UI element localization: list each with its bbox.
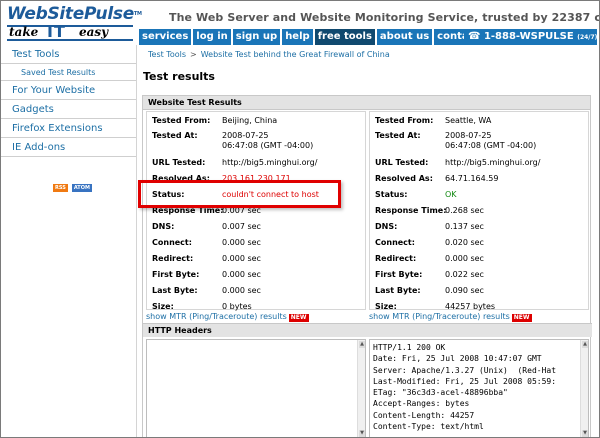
mtr-link-seattle[interactable]: show MTR (Ping/Traceroute) results NEW — [369, 312, 532, 322]
http-headers-pane-seattle[interactable]: HTTP/1.1 200 OK Date: Fri, 25 Jul 2008 1… — [369, 339, 589, 437]
row-dns: DNS: 0.007 sec — [152, 222, 261, 231]
scroll-up-arrow-icon[interactable]: ▲ — [582, 341, 588, 348]
site-tagline: The Web Server and Website Monitoring Se… — [169, 11, 599, 24]
nav-log-in[interactable]: log in — [193, 29, 231, 45]
http-headers-pane-beijing[interactable]: ▲ ▼ — [146, 339, 366, 437]
scrollbar[interactable]: ▲ ▼ — [580, 340, 588, 437]
status-highlight-box — [138, 180, 341, 208]
breadcrumb-separator: > — [190, 50, 197, 59]
row-last-byte: Last Byte: 0.000 sec — [152, 286, 261, 295]
scroll-down-arrow-icon[interactable]: ▼ — [359, 430, 365, 437]
phone-label: ☎ 1-888-WSPULSE — [468, 31, 574, 42]
row-response-time: Response Time:0.268 sec — [375, 206, 484, 215]
site-logo[interactable]: WebSitePulseTM take IT easy — [7, 4, 142, 42]
phone-note: (24/7) — [577, 34, 598, 41]
row-first-byte: First Byte: 0.022 sec — [375, 270, 484, 279]
new-badge: NEW — [288, 314, 309, 322]
sidebar-item-ie-add-ons[interactable]: IE Add-ons — [1, 138, 136, 157]
row-redirect: Redirect: 0.000 sec — [375, 254, 484, 263]
row-connect: Connect: 0.000 sec — [152, 238, 261, 247]
nav-about-us[interactable]: about us — [376, 29, 433, 45]
row-tested-at: Tested At: 2008-07-25 06:47:08 (GMT -04:00… — [152, 131, 314, 150]
status-ok-text: OK — [445, 190, 457, 199]
http-headers-heading: HTTP Headers — [143, 323, 592, 337]
breadcrumb-current[interactable]: Website Test behind the Great Firewall o… — [201, 50, 390, 59]
phone-number: ☎ 1-888-WSPULSE (24/7) — [464, 29, 597, 45]
row-size: Size: 44257 bytes — [375, 302, 496, 311]
results-column-seattle: Tested From: Seattle, WA Tested At: 2008-0… — [369, 111, 589, 311]
site-header: WebSitePulseTM take IT easy The Web Serv… — [1, 1, 599, 45]
atom-feed-icon[interactable]: ATOM — [71, 184, 92, 192]
logo-take: take — [9, 25, 39, 39]
row-tested-from: Tested From: Beijing, China — [152, 116, 278, 125]
feed-badges: RSS ATOM — [53, 184, 92, 192]
main-nav: services log in sign up help free tools … — [139, 29, 484, 45]
results-heading: Website Test Results — [143, 96, 590, 110]
nav-services[interactable]: services — [139, 29, 192, 45]
logo-slogan: take IT easy — [7, 22, 133, 41]
mtr-link-beijing[interactable]: show MTR (Ping/Traceroute) results NEW — [146, 312, 309, 322]
breadcrumb: Test Tools > Website Test behind the Great… — [148, 50, 390, 59]
sidebar-item-test-tools[interactable]: Test Tools — [1, 45, 136, 64]
logo-wordmark: WebSitePulseTM — [7, 4, 142, 24]
row-url-tested: URL Tested: http://big5.minghui.org/ — [375, 158, 541, 167]
logo-it: IT — [47, 22, 66, 41]
sidebar: Test Tools Saved Test Results For Your W… — [1, 45, 137, 437]
scroll-down-arrow-icon[interactable]: ▼ — [582, 430, 588, 437]
breadcrumb-test-tools[interactable]: Test Tools — [148, 50, 186, 59]
new-badge: NEW — [511, 314, 532, 322]
row-url-tested: URL Tested: http://big5.minghui.org/ — [152, 158, 318, 167]
sidebar-item-firefox-extensions[interactable]: Firefox Extensions — [1, 119, 136, 138]
sidebar-item-for-your-website[interactable]: For Your Website — [1, 81, 136, 100]
page-title: Test results — [143, 70, 215, 83]
scrollbar[interactable]: ▲ ▼ — [357, 340, 365, 437]
row-size: Size: 0 bytes — [152, 302, 252, 311]
row-last-byte: Last Byte: 0.090 sec — [375, 286, 484, 295]
main-content: Test Tools > Website Test behind the Great… — [138, 45, 599, 437]
nav-free-tools[interactable]: free tools — [314, 29, 375, 45]
logo-easy: easy — [79, 25, 109, 39]
results-column-beijing: Tested From: Beijing, China Tested At: 200… — [146, 111, 366, 311]
nav-sign-up[interactable]: sign up — [232, 29, 281, 45]
scroll-up-arrow-icon[interactable]: ▲ — [359, 341, 365, 348]
row-first-byte: First Byte: 0.000 sec — [152, 270, 261, 279]
rss-feed-icon[interactable]: RSS — [53, 184, 68, 192]
http-headers-text: HTTP/1.1 200 OK Date: Fri, 25 Jul 2008 1… — [373, 343, 557, 432]
results-panel: Website Test Results Tested From: Beijing… — [142, 95, 592, 437]
row-status: Status: OK — [375, 190, 457, 199]
browser-frame: WebSitePulseTM take IT easy The Web Serv… — [0, 0, 600, 438]
sidebar-item-gadgets[interactable]: Gadgets — [1, 100, 136, 119]
row-resolved-as: Resolved As: 64.71.164.59 — [375, 174, 499, 183]
row-dns: DNS: 0.137 sec — [375, 222, 484, 231]
row-tested-at: Tested At: 2008-07-25 06:47:08 (GMT -04:00… — [375, 131, 537, 150]
row-redirect: Redirect: 0.000 sec — [152, 254, 261, 263]
row-tested-from: Tested From: Seattle, WA — [375, 116, 492, 125]
row-connect: Connect: 0.020 sec — [375, 238, 484, 247]
nav-help[interactable]: help — [282, 29, 313, 45]
sidebar-item-saved-test-results[interactable]: Saved Test Results — [1, 64, 136, 81]
